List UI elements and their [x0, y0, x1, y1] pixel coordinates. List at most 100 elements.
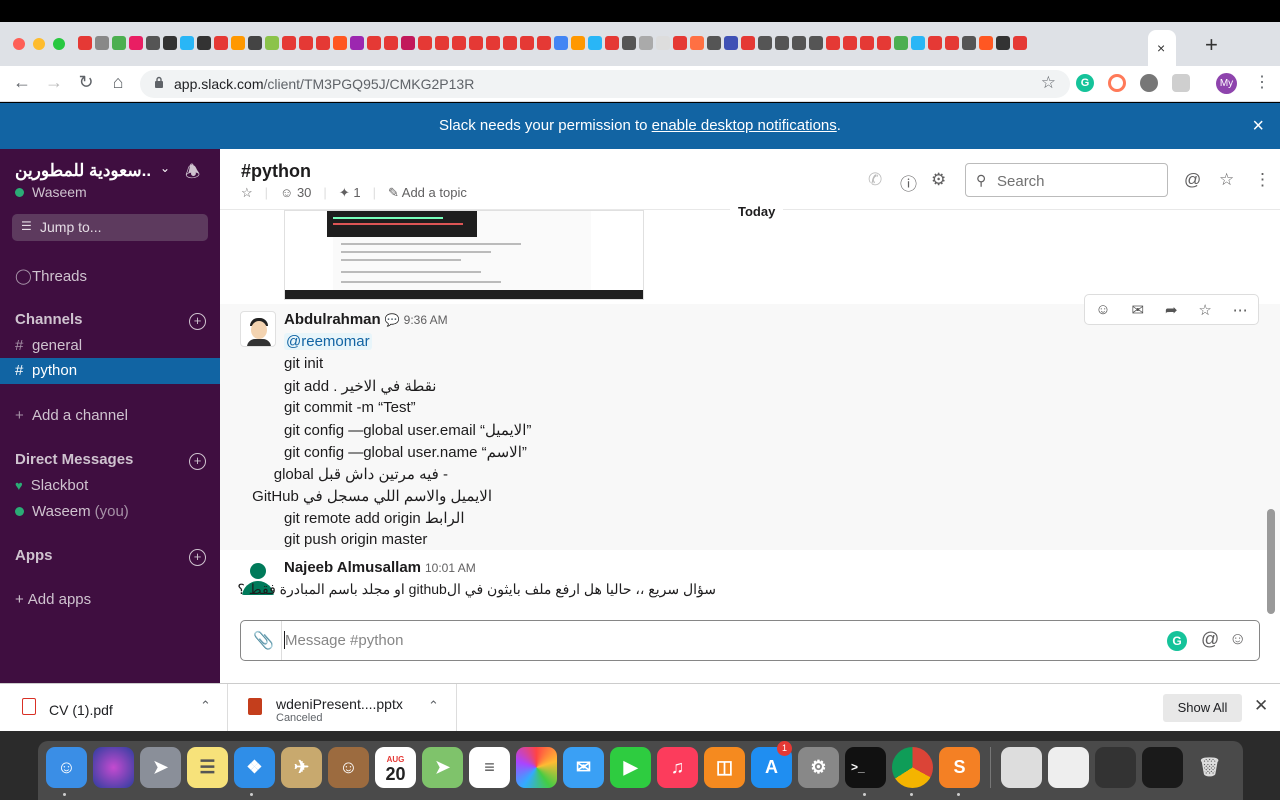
date-divider[interactable]: Today	[730, 204, 784, 219]
direct-messages-heading[interactable]: Direct Messages	[15, 451, 133, 468]
star-channel-icon[interactable]: ☆	[241, 185, 253, 201]
pinned-tab-favicon-icon[interactable]	[146, 36, 160, 50]
jump-to-button[interactable]: ☰ Jump to...	[12, 214, 208, 241]
sidebar-item-general[interactable]: # general	[15, 337, 220, 354]
pinned-tab-favicon-icon[interactable]	[197, 36, 211, 50]
pinned-tab-favicon-icon[interactable]	[843, 36, 857, 50]
address-bar[interactable]: app.slack.com/client/TM3PGQ95J/CMKG2P13R…	[140, 70, 1070, 98]
bookmark-star-icon[interactable]: ☆	[1041, 73, 1056, 93]
message-sender[interactable]: Abdulrahman 💬 9:36 AM	[284, 311, 448, 328]
document-icon[interactable]	[1001, 747, 1042, 788]
show-all-button[interactable]: Show All	[1163, 694, 1242, 722]
add-channel-plus-icon[interactable]: +	[189, 313, 206, 330]
launchpad-icon[interactable]: ➤	[140, 747, 181, 788]
pinned-tab-favicon-icon[interactable]	[180, 36, 194, 50]
pinned-tab-favicon-icon[interactable]	[452, 36, 466, 50]
pinned-tab-favicon-icon[interactable]	[826, 36, 840, 50]
bell-icon[interactable]: 🕭	[185, 159, 200, 188]
close-downloads-icon[interactable]: ✕	[1254, 696, 1268, 716]
grammarly-extension-icon[interactable]: G	[1076, 74, 1094, 92]
home-icon[interactable]: ⌂	[106, 72, 130, 93]
window-thumbnail-icon[interactable]	[1048, 747, 1089, 788]
gear-icon[interactable]: ⚙	[931, 170, 946, 190]
channels-heading[interactable]: Channels	[15, 311, 83, 328]
pinned-tab-favicon-icon[interactable]	[503, 36, 517, 50]
pinned-tab-favicon-icon[interactable]	[163, 36, 177, 50]
pinned-tab-favicon-icon[interactable]	[248, 36, 262, 50]
share-message-icon[interactable]: ➦	[1165, 301, 1178, 319]
pinned-tab-favicon-icon[interactable]	[350, 36, 364, 50]
pinned-tab-favicon-icon[interactable]	[690, 36, 704, 50]
chrome-icon[interactable]	[892, 747, 933, 788]
pinned-tab-favicon-icon[interactable]	[214, 36, 228, 50]
sidebar-item-waseem[interactable]: Waseem (you)	[15, 503, 220, 520]
pinned-tab-favicon-icon[interactable]	[605, 36, 619, 50]
messages-icon[interactable]: ✉	[563, 747, 604, 788]
pinned-tab-favicon-icon[interactable]	[945, 36, 959, 50]
grammarly-icon[interactable]: G	[1167, 631, 1187, 651]
message-sender[interactable]: Najeeb Almusallam 10:01 AM	[284, 559, 476, 576]
active-tab[interactable]: ×	[1148, 30, 1176, 66]
message-composer[interactable]: 📎 Message #python G @ ☺	[240, 620, 1260, 661]
pinned-tab-favicon-icon[interactable]	[860, 36, 874, 50]
pinned-tab-favicon-icon[interactable]	[299, 36, 313, 50]
extension-icon[interactable]	[1108, 74, 1126, 92]
reload-icon[interactable]: ↻	[74, 72, 98, 93]
mentions-at-icon[interactable]: @	[1184, 170, 1201, 190]
pinned-tab-favicon-icon[interactable]	[486, 36, 500, 50]
chevron-up-icon[interactable]: ⌃	[428, 698, 439, 714]
window-zoom-button[interactable]	[53, 38, 65, 50]
save-star-icon[interactable]: ☆	[1198, 301, 1211, 319]
maps-icon[interactable]: ➤	[422, 747, 463, 788]
pinned-tab-favicon-icon[interactable]	[571, 36, 585, 50]
safari-icon[interactable]: ❖	[234, 747, 275, 788]
pinned-count[interactable]: ✦ 1	[339, 185, 361, 201]
forward-arrow-icon[interactable]: →	[42, 72, 66, 93]
channel-title[interactable]: #python	[241, 161, 311, 182]
pinned-tab-favicon-icon[interactable]	[316, 36, 330, 50]
more-actions-icon[interactable]: ⋯	[1233, 301, 1248, 319]
music-icon[interactable]: ♫	[657, 747, 698, 788]
pinned-tab-favicon-icon[interactable]	[775, 36, 789, 50]
reminders-icon[interactable]: ≡	[469, 747, 510, 788]
pinned-tab-favicon-icon[interactable]	[673, 36, 687, 50]
pinned-tab-favicon-icon[interactable]	[758, 36, 772, 50]
paperclip-icon[interactable]: 📎	[253, 631, 274, 651]
add-apps-button[interactable]: + Add apps	[15, 591, 220, 608]
image-attachment[interactable]	[284, 210, 644, 300]
finder-icon[interactable]: ☺	[46, 747, 87, 788]
pinned-tab-favicon-icon[interactable]	[809, 36, 823, 50]
pinned-tab-favicon-icon[interactable]	[129, 36, 143, 50]
pinned-tab-favicon-icon[interactable]	[962, 36, 976, 50]
pinned-tab-favicon-icon[interactable]	[1013, 36, 1027, 50]
search-input[interactable]: ⚲ Search	[965, 163, 1168, 197]
back-arrow-icon[interactable]: ←	[10, 72, 34, 93]
sidebar-item-slackbot[interactable]: ♥ Slackbot	[15, 477, 220, 494]
pinned-tab-favicon-icon[interactable]	[95, 36, 109, 50]
pinned-tab-favicon-icon[interactable]	[979, 36, 993, 50]
apps-heading[interactable]: Apps	[15, 547, 53, 564]
pinned-tab-favicon-icon[interactable]	[996, 36, 1010, 50]
pinned-tab-favicon-icon[interactable]	[520, 36, 534, 50]
close-banner-icon[interactable]: ×	[1252, 103, 1264, 149]
sidebar-item-threads[interactable]: ◯Threads	[15, 267, 220, 285]
terminal-icon[interactable]: >_	[845, 747, 886, 788]
add-dm-plus-icon[interactable]: +	[189, 453, 206, 470]
notes-icon[interactable]: ☰	[187, 747, 228, 788]
message-time[interactable]: 10:01 AM	[425, 561, 476, 575]
message-input[interactable]: Message #python	[285, 632, 403, 649]
pinned-tab-favicon-icon[interactable]	[792, 36, 806, 50]
terminal-window-thumbnail-icon[interactable]	[1142, 747, 1183, 788]
browser-menu-icon[interactable]: ⋮	[1254, 72, 1270, 92]
photos-icon[interactable]	[516, 747, 557, 788]
pinned-tab-favicon-icon[interactable]	[656, 36, 670, 50]
star-icon[interactable]: ☆	[1219, 170, 1234, 190]
new-tab-button[interactable]: +	[1205, 32, 1218, 58]
pinned-tab-favicon-icon[interactable]	[231, 36, 245, 50]
facetime-icon[interactable]: ▶	[610, 747, 651, 788]
sidebar-item-python[interactable]: # python	[0, 358, 220, 384]
pinned-tab-favicon-icon[interactable]	[384, 36, 398, 50]
download-item[interactable]: CV (1).pdf ⌃	[0, 684, 228, 732]
enable-notifications-link[interactable]: enable desktop notifications	[652, 117, 837, 134]
contacts-icon[interactable]: ☺	[328, 747, 369, 788]
